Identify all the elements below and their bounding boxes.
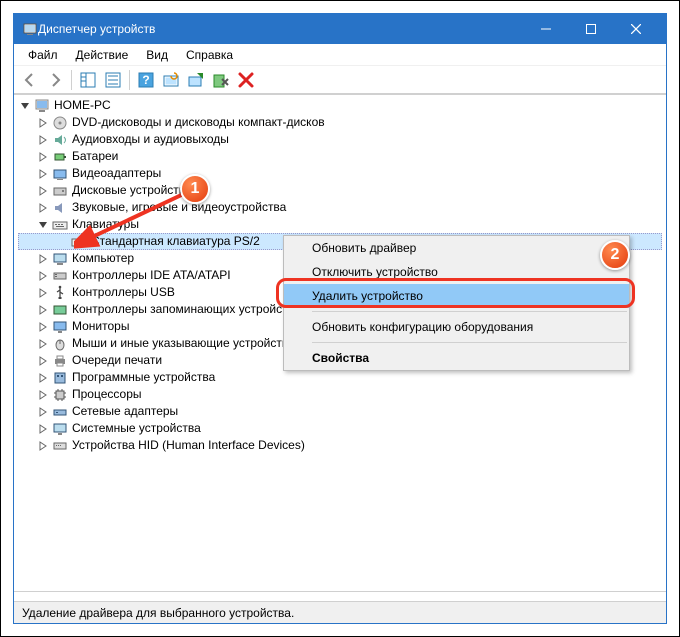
menu-file[interactable]: Файл [20, 46, 66, 64]
monitor-icon [52, 319, 68, 335]
expand-icon[interactable] [36, 252, 50, 266]
printer-icon [52, 353, 68, 369]
tree-node-keyboards[interactable]: Клавиатуры [18, 216, 662, 233]
expander-icon[interactable] [18, 99, 32, 113]
expand-icon[interactable] [36, 422, 50, 436]
device-manager-window: Диспетчер устройств Файл Действие Вид Сп… [13, 13, 667, 624]
help-button[interactable]: ? [134, 68, 158, 92]
tree-node-battery[interactable]: Батареи [18, 148, 662, 165]
expand-icon[interactable] [36, 167, 50, 181]
speaker-icon [52, 200, 68, 216]
ctx-separator [312, 311, 627, 312]
show-hide-tree-button[interactable] [76, 68, 100, 92]
expand-icon[interactable] [36, 439, 50, 453]
mouse-icon [52, 336, 68, 352]
ctx-uninstall-device[interactable]: Удалить устройство [284, 284, 629, 308]
tree-node-audio[interactable]: Аудиовходы и аудиовыходы [18, 131, 662, 148]
expand-icon[interactable] [36, 320, 50, 334]
status-text: Удаление драйвера для выбранного устройс… [22, 606, 294, 620]
audio-icon [52, 132, 68, 148]
cpu-icon [52, 387, 68, 403]
expand-icon[interactable] [36, 184, 50, 198]
nav-back-button[interactable] [18, 68, 42, 92]
tree-node-sound[interactable]: Звуковые, игровые и видеоустройства [18, 199, 662, 216]
update-driver-button[interactable] [184, 68, 208, 92]
expand-icon[interactable] [36, 354, 50, 368]
menubar: Файл Действие Вид Справка [14, 44, 666, 66]
toolbar: ? [14, 66, 666, 94]
expand-icon[interactable] [36, 371, 50, 385]
statusbar: Удаление драйвера для выбранного устройс… [14, 601, 666, 623]
uninstall-device-button[interactable] [234, 68, 258, 92]
expand-icon[interactable] [36, 337, 50, 351]
tree-node-network[interactable]: Сетевые адаптеры [18, 403, 662, 420]
maximize-button[interactable] [568, 14, 613, 44]
expand-icon[interactable] [36, 133, 50, 147]
menu-action[interactable]: Действие [68, 46, 137, 64]
svg-text:?: ? [142, 73, 149, 87]
expand-icon[interactable] [36, 286, 50, 300]
ctx-update-driver[interactable]: Обновить драйвер [284, 236, 629, 260]
disc-icon [52, 115, 68, 131]
tree-node-disk[interactable]: Дисковые устройства [18, 182, 662, 199]
titlebar: Диспетчер устройств [14, 14, 666, 44]
system-icon [52, 421, 68, 437]
tree-node-video[interactable]: Видеоадаптеры [18, 165, 662, 182]
network-icon [52, 404, 68, 420]
window-title: Диспетчер устройств [38, 22, 523, 36]
display-adapter-icon [52, 166, 68, 182]
hid-icon [52, 438, 68, 454]
expand-icon[interactable] [36, 269, 50, 283]
battery-icon [52, 149, 68, 165]
collapse-icon[interactable] [36, 218, 50, 232]
device-tree[interactable]: HOME-PC DVD-дисководы и дисководы компак… [14, 94, 666, 591]
ctx-refresh-config[interactable]: Обновить конфигурацию оборудования [284, 315, 629, 339]
node-label: HOME-PC [54, 97, 111, 114]
properties-button[interactable] [101, 68, 125, 92]
scan-button[interactable] [159, 68, 183, 92]
annotation-badge-1: 1 [180, 174, 210, 204]
menu-help[interactable]: Справка [178, 46, 241, 64]
keyboard-icon [71, 234, 87, 250]
tree-node-software[interactable]: Программные устройства [18, 369, 662, 386]
tree-node-cpu[interactable]: Процессоры [18, 386, 662, 403]
keyboard-icon [52, 217, 68, 233]
controller-icon [52, 268, 68, 284]
menu-view[interactable]: Вид [138, 46, 176, 64]
expand-icon[interactable] [36, 201, 50, 215]
minimize-button[interactable] [523, 14, 568, 44]
expand-icon[interactable] [36, 405, 50, 419]
expand-icon[interactable] [36, 116, 50, 130]
tree-node-dvd[interactable]: DVD-дисководы и дисководы компакт-дисков [18, 114, 662, 131]
expand-icon[interactable] [36, 150, 50, 164]
computer-icon [34, 98, 50, 114]
storage-icon [52, 302, 68, 318]
ctx-separator [312, 342, 627, 343]
expand-icon[interactable] [36, 303, 50, 317]
context-menu: Обновить драйвер Отключить устройство Уд… [283, 235, 630, 371]
nav-forward-button[interactable] [43, 68, 67, 92]
annotation-badge-2: 2 [600, 240, 630, 270]
ctx-disable-device[interactable]: Отключить устройство [284, 260, 629, 284]
ctx-properties[interactable]: Свойства [284, 346, 629, 370]
tree-root[interactable]: HOME-PC [18, 97, 662, 114]
close-button[interactable] [613, 14, 658, 44]
app-icon [22, 21, 38, 37]
tree-node-system[interactable]: Системные устройства [18, 420, 662, 437]
tree-node-hid[interactable]: Устройства HID (Human Interface Devices) [18, 437, 662, 454]
software-icon [52, 370, 68, 386]
computer-icon [52, 251, 68, 267]
usb-icon [52, 285, 68, 301]
disable-device-button[interactable] [209, 68, 233, 92]
disk-icon [52, 183, 68, 199]
expand-icon[interactable] [36, 388, 50, 402]
